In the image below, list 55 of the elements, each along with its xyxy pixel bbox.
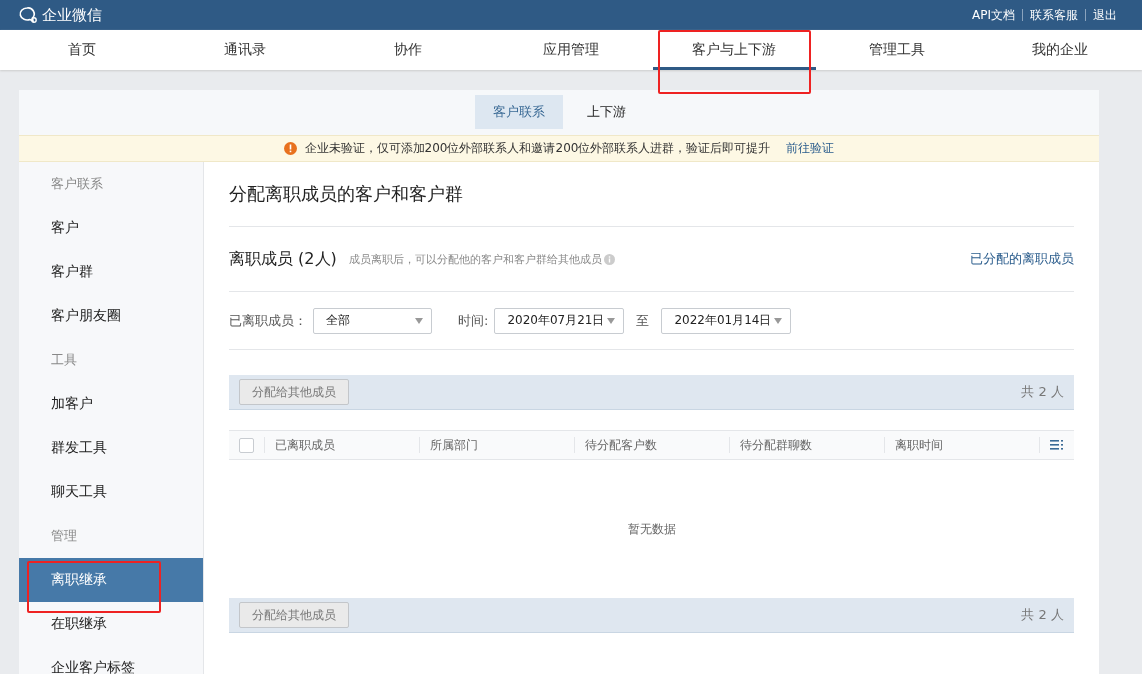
column-header: 已离职成员	[275, 438, 335, 452]
date-field[interactable]: 2022年01月14日	[661, 307, 792, 334]
column-header: 待分配客户数	[585, 438, 657, 452]
column-header: 所属部门	[430, 438, 478, 452]
nav-tab[interactable]: 应用管理	[489, 30, 653, 70]
assign-button[interactable]: 分配给其他成员	[239, 379, 349, 405]
nav-tab[interactable]: 通讯录	[163, 30, 327, 70]
nav-tab[interactable]: 客户与上下游	[652, 30, 816, 70]
sidebar-heading: 工具	[51, 351, 77, 369]
caret-icon	[415, 317, 423, 324]
member-select[interactable]: 全部	[313, 307, 432, 334]
header-link[interactable]: API文档	[965, 6, 1022, 24]
info-icon	[603, 253, 615, 265]
notice-text: 企业未验证，仅可添加200位外部联系人和邀请200位外部联系人进群，验证后即可提升	[304, 139, 771, 157]
sidebar-item[interactable]: 聊天工具	[19, 470, 203, 514]
warning-icon	[283, 141, 297, 155]
verify-link[interactable]: 前往验证	[786, 139, 835, 157]
hint-text: 成员离职后，可以分配他的客户和客户群给其他成员	[348, 251, 602, 267]
sidebar-heading: 管理	[51, 527, 77, 545]
sub-tab[interactable]: 客户联系	[474, 95, 563, 130]
sidebar-item[interactable]: 客户	[19, 206, 203, 250]
nav-tab[interactable]: 管理工具	[815, 30, 979, 70]
sidebar-item[interactable]: 客户群	[19, 250, 203, 294]
total-count: 共 2 人	[1021, 383, 1064, 401]
sidebar-item[interactable]: 企业客户标签	[19, 646, 203, 674]
empty-message: 暂无数据	[627, 520, 676, 538]
sub-tab[interactable]: 上下游	[568, 95, 644, 130]
filter-label: 已离职成员：	[229, 311, 307, 330]
column-settings-icon[interactable]	[1050, 440, 1064, 450]
page-title: 分配离职成员的客户和客户群	[229, 182, 463, 206]
select-all-checkbox[interactable]	[239, 437, 254, 453]
caret-icon	[607, 317, 616, 324]
column-header: 待分配群聊数	[740, 438, 812, 452]
logo-text: 企业微信	[42, 5, 102, 25]
sidebar-heading: 客户联系	[51, 175, 103, 193]
assigned-members-link[interactable]: 已分配的离职成员	[970, 250, 1074, 268]
filter-label: 时间:	[458, 311, 489, 330]
nav-tab[interactable]: 我的企业	[978, 30, 1142, 70]
nav-tab[interactable]: 首页	[0, 30, 164, 70]
sidebar-item[interactable]: 加客户	[19, 382, 203, 426]
total-count: 共 2 人	[1021, 606, 1064, 624]
date-field[interactable]: 2020年07月21日	[494, 307, 625, 334]
header-link[interactable]: 联系客服	[1023, 6, 1085, 24]
chat-bubble-icon	[18, 6, 38, 24]
sidebar-item[interactable]: 在职继承	[19, 602, 203, 646]
section-title: 离职成员 (2人)	[229, 248, 337, 270]
nav-tab[interactable]: 协作	[326, 30, 490, 70]
sidebar-item[interactable]: 群发工具	[19, 426, 203, 470]
range-separator: 至	[636, 311, 650, 330]
sidebar-item[interactable]: 离职继承	[19, 558, 203, 602]
sidebar-item[interactable]: 客户朋友圈	[19, 294, 203, 338]
assign-button[interactable]: 分配给其他成员	[239, 602, 349, 628]
column-header: 离职时间	[895, 438, 943, 452]
caret-icon	[774, 317, 783, 324]
header-link[interactable]: 退出	[1086, 6, 1124, 24]
